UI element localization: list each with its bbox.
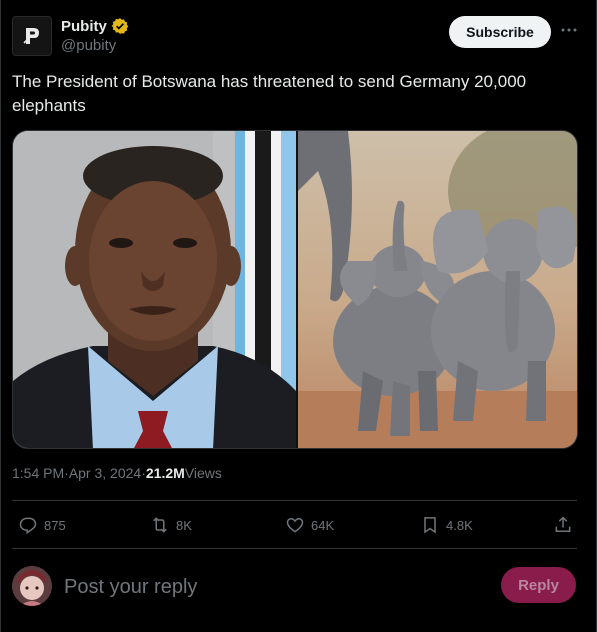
repost-count: 8K [176,517,192,533]
subscribe-button[interactable]: Subscribe [449,16,551,48]
tweet-meta: 1:54 PM · Apr 3, 2024 · 21.2M Views [12,465,222,481]
verified-badge-icon[interactable] [111,17,129,35]
share-icon [555,516,571,532]
views-label: Views [184,465,222,481]
like-action[interactable]: 64K [285,513,334,537]
heart-icon [286,517,304,533]
like-count: 64K [311,517,335,533]
divider-top [12,500,577,501]
tweet-text: The President of Botswana has threatened… [12,72,527,115]
president-photo[interactable] [13,131,296,448]
repost-icon [153,517,167,533]
repost-action[interactable]: 8K [150,513,192,537]
share-action[interactable] [553,513,573,537]
author-handle[interactable]: @pubity [61,37,116,54]
bookmark-count: 4.8K [446,517,473,533]
views-count[interactable]: 21.2M [146,465,185,481]
tweet-time[interactable]: 1:54 PM [12,465,64,481]
author-name[interactable]: Pubity [61,18,107,35]
current-user-avatar[interactable] [12,566,52,606]
bookmark-icon [424,517,436,534]
tweet-date[interactable]: Apr 3, 2024 [69,465,141,481]
bookmark-action[interactable]: 4.8K [420,513,473,537]
reply-button[interactable]: Reply [501,567,576,603]
frame-border-left [0,0,1,632]
tweet-media[interactable] [12,130,578,449]
author-avatar[interactable] [12,16,52,56]
more-options-button[interactable] [559,20,579,40]
reply-icon [19,517,37,535]
ellipsis-icon [561,28,577,32]
pubity-logo-icon [23,28,39,44]
reply-count: 875 [44,517,66,533]
divider-bottom [12,548,577,549]
reply-input[interactable] [62,570,486,604]
elephants-photo[interactable] [298,131,577,448]
reply-action[interactable]: 875 [18,513,66,537]
author-name-row: Pubity [61,17,129,35]
